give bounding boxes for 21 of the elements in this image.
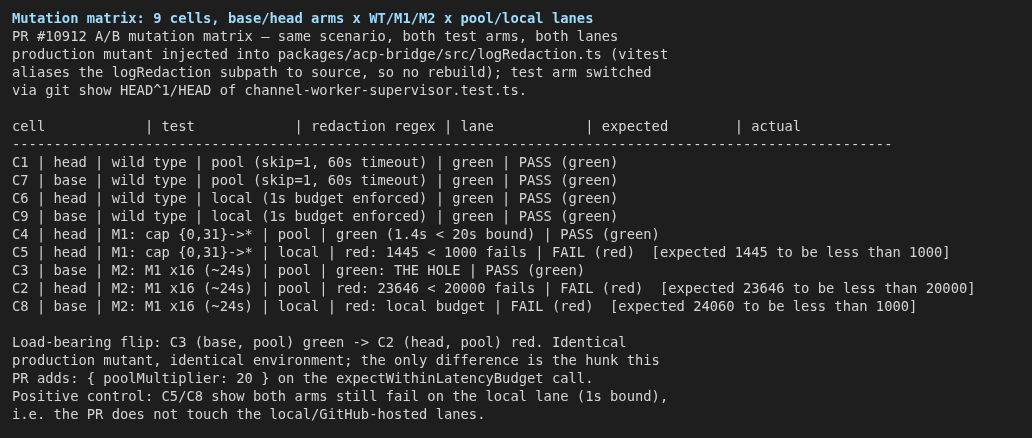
- description-line: production mutant injected into packages/acp-bridge/src/logRedaction.ts (vitest: [12, 45, 669, 63]
- table-row: C4 | head | M1: cap {0,31}->* | pool | green (1.4s < 20s bound) | PASS (green): [12, 225, 660, 243]
- separator-line: ----------------------------------------------------------------------------------------------------------: [12, 135, 893, 153]
- table-row: C7 | base | wild type | pool (skip=1, 60s timeout) | green | PASS (green): [12, 171, 619, 189]
- description-line: aliases the logRedaction subpath to source, so no rebuild); test arm switched: [12, 63, 652, 81]
- description-line: via git show HEAD^1/HEAD of channel-worker-supervisor.test.ts.: [12, 81, 527, 99]
- table-row: C9 | base | wild type | local (1s budget enforced) | green | PASS (green): [12, 207, 619, 225]
- summary-line: PR adds: { poolMultiplier: 20 } on the expectWithinLatencyBudget call.: [12, 369, 594, 387]
- table-header: cell | test | redaction regex | lane | expected | actual: [12, 117, 802, 135]
- description-line: PR #10912 A/B mutation matrix — same scenario, both test arms, both lanes: [12, 27, 619, 45]
- heading: Mutation matrix: 9 cells, base/head arms x WT/M1/M2 x pool/local lanes: [12, 9, 594, 27]
- table-row: C1 | head | wild type | pool (skip=1, 60s timeout) | green | PASS (green): [12, 153, 619, 171]
- table-row: C6 | head | wild type | local (1s budget enforced) | green | PASS (green): [12, 189, 619, 207]
- table-row: C5 | head | M1: cap {0,31}->* | local | red: 1445 < 1000 fails | FAIL (red) [expected 1445 to be less than 1000]: [12, 243, 951, 261]
- summary-line: Load-bearing flip: C3 (base, pool) green -> C2 (head, pool) red. Identical: [12, 333, 627, 351]
- summary-line: i.e. the PR does not touch the local/GitHub-hosted lanes.: [12, 405, 486, 423]
- summary-line: production mutant, identical environment; the only difference is the hunk this: [12, 351, 660, 369]
- summary-line: Positive control: C5/C8 show both arms still fail on the local lane (1s bound),: [12, 387, 669, 405]
- table-row: C2 | head | M2: M1 x16 (~24s) | pool | red: 23646 < 20000 fails | FAIL (red) [expected 23646 to be less than 20000]: [12, 279, 976, 297]
- table-row: C8 | base | M2: M1 x16 (~24s) | local | red: local budget | FAIL (red) [expected 24060 to be less than 1000]: [12, 297, 918, 315]
- table-row: C3 | base | M2: M1 x16 (~24s) | pool | green: THE HOLE | PASS (green): [12, 261, 586, 279]
